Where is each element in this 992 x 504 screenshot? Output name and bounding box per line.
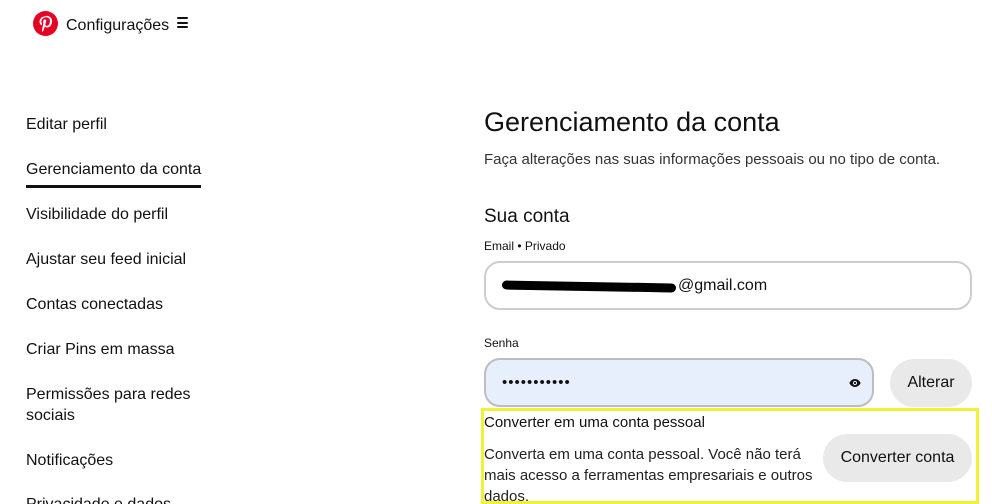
- hamburger-menu-icon[interactable]: [177, 17, 189, 28]
- sidebar-item-edit-profile[interactable]: Editar perfil: [26, 114, 107, 135]
- sidebar-item-connected-accounts[interactable]: Contas conectadas: [26, 294, 163, 315]
- password-field[interactable]: •••••••••••: [484, 358, 874, 407]
- eye-icon[interactable]: [848, 376, 862, 390]
- convert-account-section: Converter em uma conta pessoal Converta …: [481, 408, 979, 504]
- convert-account-button[interactable]: Converter conta: [823, 434, 972, 482]
- sidebar-item-social-permissions[interactable]: Permissões para redes sociais: [26, 384, 216, 426]
- header: Configurações: [33, 11, 189, 36]
- header-title: Configurações: [66, 16, 170, 34]
- settings-page: Configurações Editar perfil Gerenciament…: [0, 0, 992, 504]
- sidebar-item-notifications[interactable]: Notificações: [26, 450, 113, 471]
- email-domain: @gmail.com: [678, 276, 768, 294]
- convert-section-title: Converter em uma conta pessoal: [484, 414, 705, 431]
- sidebar-item-account-management[interactable]: Gerenciamento da conta: [26, 159, 202, 188]
- email-label: Email • Privado: [484, 239, 566, 253]
- sidebar-item-privacy-data[interactable]: Privacidade e dados: [26, 494, 171, 504]
- password-value: •••••••••••: [502, 374, 571, 391]
- change-password-button[interactable]: Alterar: [890, 359, 972, 407]
- convert-section-description: Converta em uma conta pessoal. Você não …: [484, 446, 813, 504]
- sidebar-item-home-feed[interactable]: Ajustar seu feed inicial: [26, 249, 186, 270]
- password-label: Senha: [484, 336, 519, 350]
- sidebar-item-bulk-create-pins[interactable]: Criar Pins em massa: [26, 339, 174, 360]
- page-subtitle: Faça alterações nas suas informações pes…: [484, 151, 941, 168]
- account-section-title: Sua conta: [484, 206, 570, 227]
- redacted-email-portion: [501, 280, 677, 293]
- sidebar-item-profile-visibility[interactable]: Visibilidade do perfil: [26, 204, 168, 225]
- pinterest-logo-icon[interactable]: [33, 11, 58, 36]
- page-title: Gerenciamento da conta: [484, 107, 780, 137]
- email-field[interactable]: @gmail.com: [484, 261, 972, 310]
